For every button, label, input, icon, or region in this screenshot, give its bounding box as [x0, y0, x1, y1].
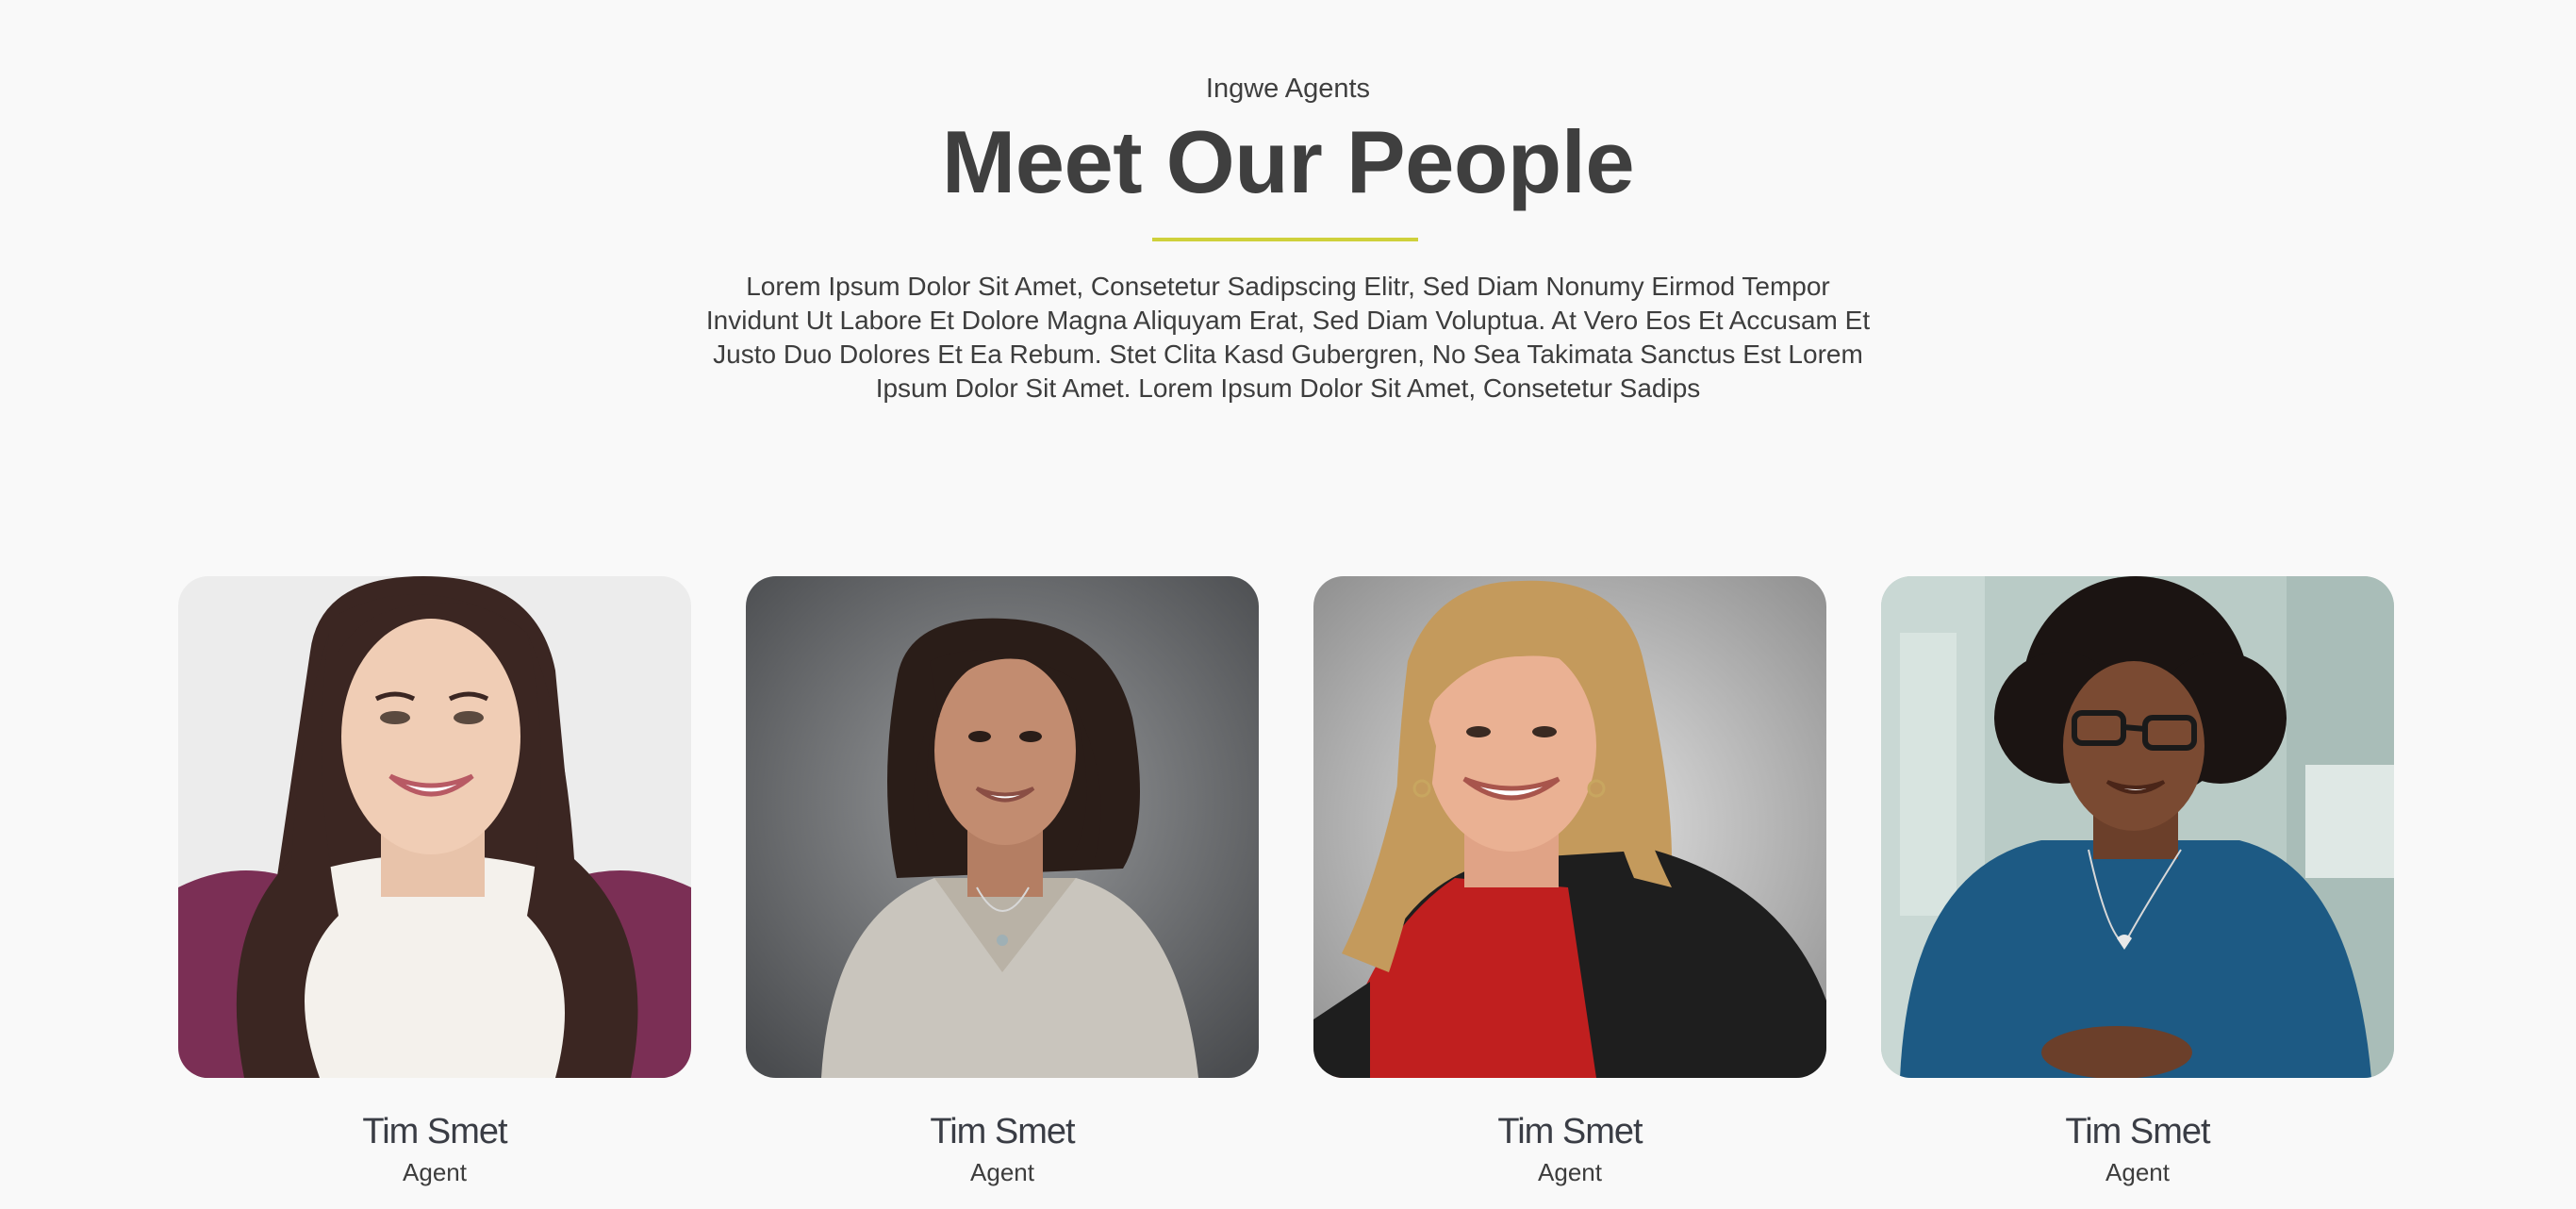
agent-portrait-image — [178, 576, 691, 1078]
agent-name: Tim Smet — [1497, 1112, 1643, 1151]
agent-portrait-image — [1881, 576, 2394, 1078]
agent-photo[interactable] — [178, 576, 691, 1078]
agent-role: Agent — [2105, 1158, 2170, 1186]
title-divider — [1152, 238, 1418, 241]
agent-name: Tim Smet — [362, 1112, 507, 1151]
agent-name: Tim Smet — [930, 1112, 1075, 1151]
agent-portrait-image — [1313, 576, 1826, 1078]
agent-photo[interactable] — [746, 576, 1259, 1078]
team-grid: Tim Smet Agent Tim Smet Agent Tim Smet A… — [178, 576, 2394, 1199]
agent-role: Agent — [970, 1158, 1034, 1186]
agent-name: Tim Smet — [2065, 1112, 2210, 1151]
agent-photo[interactable] — [1313, 576, 1826, 1078]
agent-photo[interactable] — [1881, 576, 2394, 1078]
agent-role: Agent — [1538, 1158, 1602, 1186]
team-card[interactable]: Tim Smet Agent — [746, 576, 1259, 1187]
team-card[interactable]: Tim Smet Agent — [1313, 576, 1826, 1187]
agent-role: Agent — [403, 1158, 467, 1186]
page-title: Meet Our People — [941, 112, 1635, 211]
team-card[interactable]: Tim Smet Agent — [1881, 576, 2394, 1187]
team-card[interactable]: Tim Smet Agent — [178, 576, 691, 1187]
agent-portrait-image — [746, 576, 1259, 1078]
intro-paragraph: Lorem Ipsum Dolor Sit Amet, Consetetur S… — [705, 272, 1871, 403]
section-eyebrow: Ingwe Agents — [1205, 74, 1371, 104]
